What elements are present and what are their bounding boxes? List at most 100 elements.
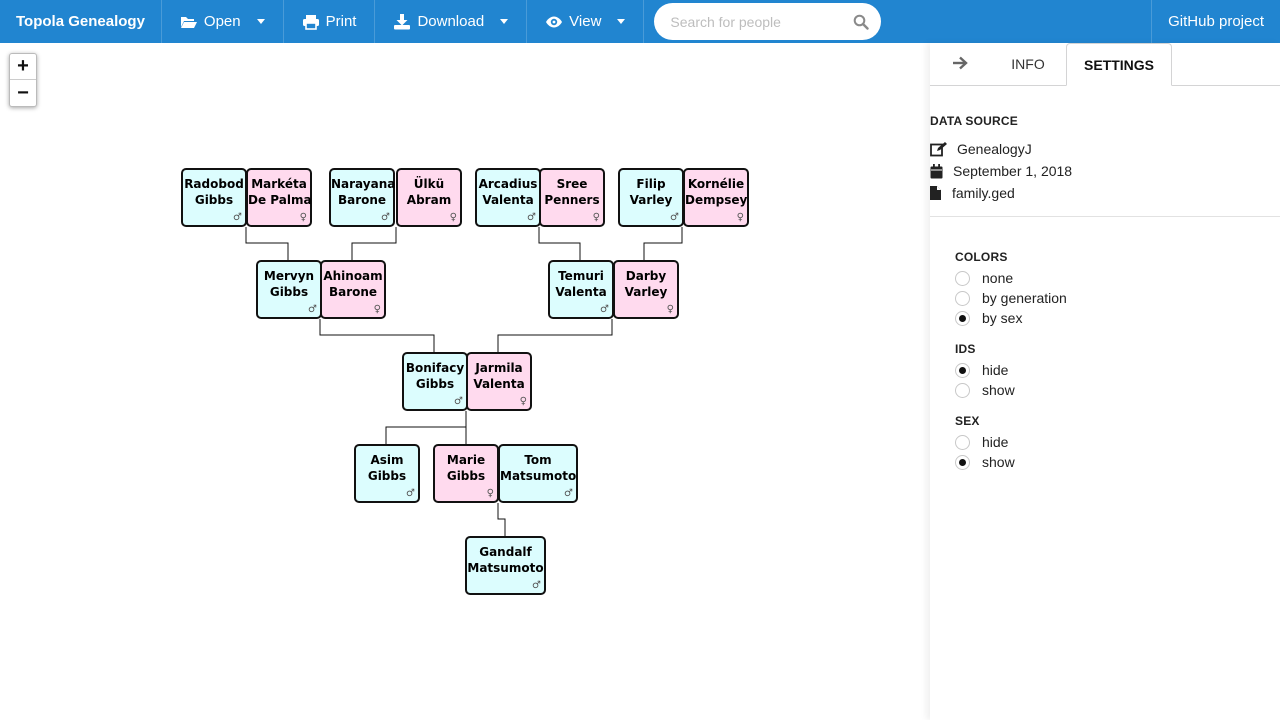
person-box-sree[interactable]: Sree Penners ♀: [539, 168, 605, 227]
male-symbol-icon: ♂: [308, 304, 317, 315]
radio-colors-none[interactable]: none: [955, 268, 1280, 288]
person-box-narayana[interactable]: Narayana Barone ♂: [329, 168, 395, 227]
person-first-name: Darby: [625, 269, 667, 283]
male-symbol-icon: ♂: [527, 212, 536, 223]
chevron-down-icon: [256, 19, 265, 24]
person-first-name: Kornélie: [687, 177, 745, 191]
person-box-filip[interactable]: Filip Varley ♂: [618, 168, 684, 227]
radio-ids-hide[interactable]: hide: [955, 360, 1280, 380]
person-box-kornelie[interactable]: Kornélie Dempsey ♀: [683, 168, 749, 227]
radio-sex-show[interactable]: show: [955, 452, 1280, 472]
radio-button[interactable]: [955, 310, 970, 326]
print-icon: [302, 14, 320, 30]
female-symbol-icon: ♀: [519, 396, 527, 407]
ids-options: hide show: [955, 360, 1280, 400]
radio-button[interactable]: [955, 382, 970, 398]
data-source-title: DATA SOURCE: [930, 114, 1018, 128]
radio-label: hide: [982, 362, 1009, 378]
app-title[interactable]: Topola Genealogy: [0, 0, 162, 43]
person-last-name: Valenta: [473, 377, 525, 391]
calendar-icon: [930, 163, 953, 179]
person-first-name: Jarmila: [475, 361, 523, 375]
person-box-marie[interactable]: Marie Gibbs ♀: [433, 444, 499, 503]
panel-divider: [930, 216, 1280, 217]
collapse-panel-tab[interactable]: [930, 43, 990, 85]
search-container: [654, 0, 882, 43]
person-box-mervyn[interactable]: Mervyn Gibbs ♂: [256, 260, 322, 319]
radio-label: by sex: [982, 310, 1023, 326]
radio-button[interactable]: [955, 290, 970, 306]
radio-button[interactable]: [955, 362, 970, 378]
person-last-name: Gibbs: [415, 377, 455, 391]
side-panel: INFO SETTINGS DATA SOURCE GenealogyJ Sep…: [930, 43, 1280, 720]
person-first-name: Mervyn: [263, 269, 315, 283]
download-menu[interactable]: Download: [375, 0, 528, 43]
radio-colors-by-generation[interactable]: by generation: [955, 288, 1280, 308]
github-project-link[interactable]: GitHub project: [1151, 0, 1280, 43]
view-menu[interactable]: View: [527, 0, 645, 43]
radio-label: hide: [982, 434, 1009, 450]
edit-icon: [930, 141, 957, 157]
search-icon[interactable]: [853, 14, 870, 30]
person-first-name: Gandalf: [479, 545, 532, 559]
radio-colors-by-sex[interactable]: by sex: [955, 308, 1280, 328]
person-last-name: Barone: [337, 193, 387, 207]
person-box-asim[interactable]: Asim Gibbs ♂: [354, 444, 420, 503]
colors-title: COLORS: [955, 250, 1008, 264]
tab-info[interactable]: INFO: [990, 43, 1066, 85]
search-box: [654, 3, 882, 40]
search-input[interactable]: [654, 3, 882, 40]
person-last-name: Penners: [544, 193, 600, 207]
female-symbol-icon: ♀: [736, 212, 744, 223]
radio-button[interactable]: [955, 454, 970, 470]
person-box-temuri[interactable]: Temuri Valenta ♂: [548, 260, 614, 319]
female-symbol-icon: ♀: [299, 212, 307, 223]
print-button-label: Print: [325, 13, 357, 30]
radio-ids-show[interactable]: show: [955, 380, 1280, 400]
sex-options: hide show: [955, 432, 1280, 472]
person-box-marketa[interactable]: Markéta De Palma ♀: [246, 168, 312, 227]
person-box-arcadius[interactable]: Arcadius Valenta ♂: [475, 168, 541, 227]
person-last-name: Gibbs: [367, 469, 407, 483]
folder-open-icon: [180, 14, 198, 30]
male-symbol-icon: ♂: [381, 212, 390, 223]
person-box-jarmila[interactable]: Jarmila Valenta ♀: [466, 352, 532, 411]
open-menu[interactable]: Open: [162, 0, 284, 43]
family-tree-chart[interactable]: Radobod Gibbs ♂ Markéta De Palma ♀ Narayana Bar…: [0, 43, 930, 720]
sex-title: SEX: [955, 414, 980, 428]
person-box-radobod[interactable]: Radobod Gibbs ♂: [181, 168, 247, 227]
download-icon: [393, 13, 411, 30]
person-first-name: Radobod: [184, 177, 244, 191]
radio-label: show: [982, 454, 1015, 470]
person-box-ahinoam[interactable]: Ahinoam Barone ♀: [320, 260, 386, 319]
tab-settings[interactable]: SETTINGS: [1066, 43, 1172, 86]
eye-icon: [545, 14, 563, 30]
person-first-name: Markéta: [251, 177, 307, 191]
ids-setting: IDS hide show: [930, 342, 1280, 400]
person-box-ulku[interactable]: Ülkü Abram ♀: [396, 168, 462, 227]
female-symbol-icon: ♀: [666, 304, 674, 315]
print-button[interactable]: Print: [284, 0, 376, 43]
file-icon: [930, 186, 952, 200]
radio-sex-hide[interactable]: hide: [955, 432, 1280, 452]
colors-setting: COLORS none by generation by sex: [930, 250, 1280, 328]
female-symbol-icon: ♀: [449, 212, 457, 223]
data-source-row: GenealogyJ: [930, 138, 1280, 160]
person-first-name: Ahinoam: [323, 269, 383, 283]
person-box-tom[interactable]: Tom Matsumoto ♂: [498, 444, 578, 503]
person-last-name: Matsumoto: [500, 469, 577, 483]
radio-label: show: [982, 382, 1015, 398]
female-symbol-icon: ♀: [592, 212, 600, 223]
radio-button[interactable]: [955, 270, 970, 286]
person-box-gandalf[interactable]: Gandalf Matsumoto ♂: [465, 536, 546, 595]
data-source-section: DATA SOURCE GenealogyJ September 1, 2018…: [930, 86, 1280, 204]
person-box-bonifacy[interactable]: Bonifacy Gibbs ♂: [402, 352, 468, 411]
radio-label: none: [982, 270, 1014, 286]
person-box-darby[interactable]: Darby Varley ♀: [613, 260, 679, 319]
person-first-name: Asim: [370, 453, 404, 467]
person-first-name: Ülkü: [413, 177, 445, 191]
person-first-name: Bonifacy: [405, 361, 465, 375]
data-source-name: GenealogyJ: [957, 141, 1032, 157]
radio-button[interactable]: [955, 434, 970, 450]
female-symbol-icon: ♀: [373, 304, 381, 315]
